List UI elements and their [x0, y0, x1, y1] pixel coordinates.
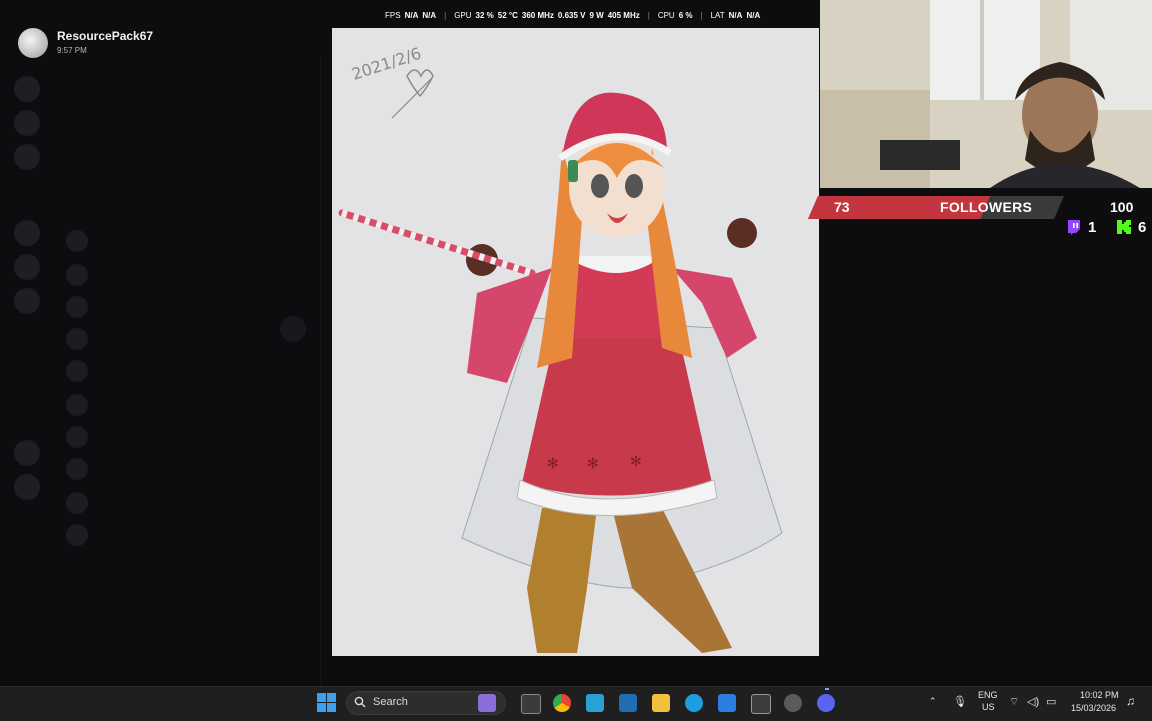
- app-icon[interactable]: [784, 694, 802, 712]
- kick-count: 6: [1138, 219, 1147, 236]
- followers-count: 73: [834, 199, 850, 215]
- search-icon: [354, 696, 366, 708]
- performance-overlay: FPS N/A N/A | GPU 32 % 52 °C 360 MHz 0.6…: [385, 11, 761, 20]
- search-label: Search: [373, 696, 408, 708]
- chrome-icon[interactable]: [553, 694, 571, 712]
- file-explorer-icon[interactable]: [652, 694, 670, 712]
- widgets-icon[interactable]: [478, 694, 496, 712]
- cpu-util: 6 %: [678, 11, 693, 20]
- lat-value-2: N/A: [746, 11, 761, 20]
- task-view-icon[interactable]: [521, 694, 541, 714]
- avatar: [280, 316, 306, 342]
- fps-value-2: N/A: [422, 11, 437, 20]
- gpu-label: GPU: [454, 11, 472, 20]
- notification-bell-icon[interactable]: ♫: [1126, 694, 1135, 708]
- windows-start-icon[interactable]: [317, 693, 336, 712]
- kick-icon: [1117, 220, 1131, 234]
- webcam-image: [820, 0, 1152, 188]
- webcam-feed: [820, 0, 1152, 188]
- language-top[interactable]: ENG: [978, 690, 998, 700]
- gpu-volt: 0.635 V: [557, 11, 586, 20]
- battery-icon[interactable]: ▭: [1046, 695, 1056, 708]
- twitch-count: 1: [1088, 219, 1097, 236]
- terminal-icon[interactable]: [619, 694, 637, 712]
- lat-label: LAT: [710, 11, 725, 20]
- language-bottom[interactable]: US: [982, 702, 995, 712]
- active-indicator: [825, 688, 829, 690]
- followers-label: FOLLOWERS: [940, 199, 1033, 215]
- store-icon[interactable]: [751, 694, 771, 714]
- volume-icon[interactable]: ◁): [1027, 695, 1039, 708]
- twitch-icon: [1068, 220, 1080, 235]
- sidebar-panel: [0, 56, 321, 686]
- microphone-icon[interactable]: 🎙: [953, 695, 967, 708]
- gpu-clock: 360 MHz: [521, 11, 554, 20]
- followers-goal: 100: [1110, 199, 1134, 215]
- notification-sender[interactable]: ResourcePack67: [57, 29, 153, 43]
- lat-value: N/A: [728, 11, 743, 20]
- copilot-icon[interactable]: [586, 694, 604, 712]
- drawing-image[interactable]: 2021/2/6 ✻ ✻ ✻: [332, 28, 819, 656]
- fps-label: FPS: [385, 11, 401, 20]
- svg-text:✻: ✻: [630, 453, 642, 469]
- edge-icon[interactable]: [685, 694, 703, 712]
- anime-drawing: 2021/2/6 ✻ ✻ ✻: [332, 28, 819, 656]
- gpu-util: 32 %: [475, 11, 494, 20]
- gpu-mem: 405 MHz: [607, 11, 640, 20]
- cpu-label: CPU: [657, 11, 675, 20]
- fps-value: N/A: [404, 11, 419, 20]
- svg-text:✻: ✻: [587, 455, 599, 471]
- clock-time[interactable]: 10:02 PM: [1080, 690, 1119, 700]
- gpu-power: 9 W: [589, 11, 604, 20]
- clock-date[interactable]: 15/03/2026: [1071, 703, 1116, 713]
- notification-time: 9:57 PM: [57, 46, 87, 55]
- chevron-up-icon[interactable]: ⌃: [929, 696, 937, 707]
- discord-icon[interactable]: [817, 694, 835, 712]
- outlook-icon[interactable]: [718, 694, 736, 712]
- svg-text:✻: ✻: [547, 455, 559, 471]
- gpu-temp: 52 °C: [497, 11, 518, 20]
- notification-avatar[interactable]: [18, 28, 48, 58]
- wifi-icon[interactable]: ⌔: [1009, 695, 1019, 709]
